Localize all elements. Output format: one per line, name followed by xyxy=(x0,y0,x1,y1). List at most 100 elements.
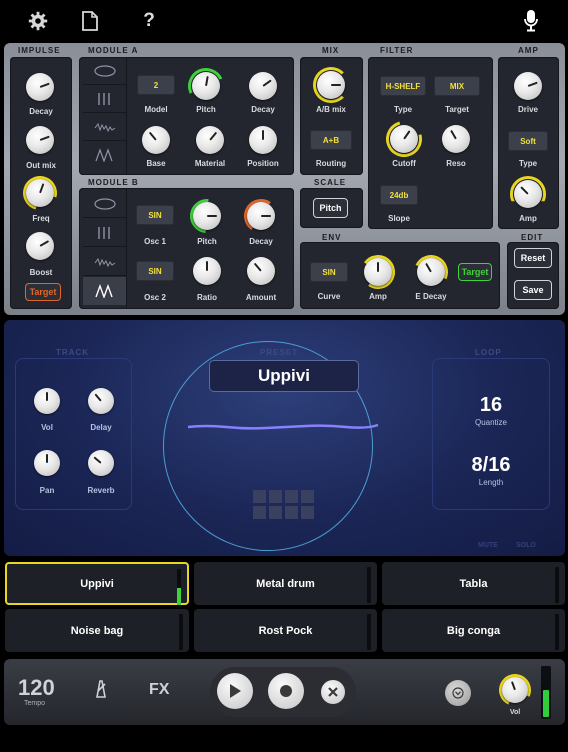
reso-label: Reso xyxy=(446,159,466,168)
wave-select-bars-a[interactable] xyxy=(83,85,127,113)
clear-button[interactable] xyxy=(321,680,345,704)
wave-select-noise-b[interactable] xyxy=(83,248,127,276)
position-label: Position xyxy=(247,159,279,168)
amp-label: Amp xyxy=(519,214,537,223)
freq-knob[interactable] xyxy=(26,179,54,207)
save-button[interactable]: Save xyxy=(514,280,552,300)
tempo-value[interactable]: 120 xyxy=(18,675,55,701)
e-decay-label: E Decay xyxy=(415,292,447,301)
wave-select-pulse-a[interactable] xyxy=(83,141,127,169)
slope-label: Slope xyxy=(388,214,410,223)
env-target-button[interactable]: Target xyxy=(458,263,492,281)
impulse-target-button[interactable]: Target xyxy=(25,283,61,301)
decay-label-b: Decay xyxy=(249,237,273,246)
reso-knob[interactable] xyxy=(442,125,470,153)
decay-knob-a[interactable] xyxy=(249,72,277,100)
transport-bar: 120 Tempo FX Vol xyxy=(4,659,565,725)
microphone-icon[interactable] xyxy=(519,9,543,33)
ratio-knob[interactable] xyxy=(193,257,221,285)
pad-4[interactable]: Noise bag xyxy=(5,609,189,652)
track-pan-knob[interactable] xyxy=(34,450,60,476)
decay-knob-b[interactable] xyxy=(247,202,275,230)
position-knob[interactable] xyxy=(249,126,277,154)
wave-select-sine-b[interactable] xyxy=(83,190,127,218)
metronome-icon[interactable] xyxy=(94,680,108,703)
pad-label: Uppivi xyxy=(80,577,114,590)
wave-select-bars-b[interactable] xyxy=(83,219,127,247)
track-reverb-label: Reverb xyxy=(87,486,115,495)
env-amp-label: Amp xyxy=(369,292,387,301)
solo-button[interactable]: SOLO xyxy=(516,542,536,549)
track-reverb-knob[interactable] xyxy=(88,450,114,476)
waveform-display xyxy=(187,423,379,430)
quantize-label: Quantize xyxy=(474,418,508,427)
amount-knob[interactable] xyxy=(247,257,275,285)
length-label: Length xyxy=(478,478,504,487)
master-level-meter xyxy=(541,666,551,719)
osc2-label: Osc 2 xyxy=(144,293,166,302)
filter-target-selector[interactable]: MIX xyxy=(434,76,480,96)
help-button[interactable]: ? xyxy=(137,9,161,33)
quantize-value[interactable]: 16 xyxy=(432,394,550,417)
section-label-impulse: IMPULSE xyxy=(18,46,61,55)
curve-selector[interactable]: SIN xyxy=(310,262,348,282)
e-decay-knob[interactable] xyxy=(417,258,445,286)
pad-6[interactable]: Big conga xyxy=(382,609,565,652)
amp-knob[interactable] xyxy=(514,180,542,208)
gear-icon[interactable] xyxy=(26,9,50,33)
pad-1[interactable]: Uppivi xyxy=(5,562,189,605)
pad-level-meter xyxy=(555,614,559,650)
preset-name-display[interactable]: Uppivi xyxy=(209,360,359,392)
amp-type-selector[interactable]: Soft xyxy=(508,131,548,151)
pad-3[interactable]: Tabla xyxy=(382,562,565,605)
tempo-label: Tempo xyxy=(24,700,46,707)
master-vol-knob[interactable] xyxy=(502,677,528,703)
cutoff-knob[interactable] xyxy=(390,125,418,153)
step-grid[interactable] xyxy=(253,490,317,522)
env-amp-knob[interactable] xyxy=(364,258,392,286)
amp-type-label: Type xyxy=(518,159,538,168)
section-label-filter: FILTER xyxy=(380,46,414,55)
record-button[interactable] xyxy=(268,673,304,709)
routing-selector[interactable]: A+B xyxy=(310,130,352,150)
out-mix-knob[interactable] xyxy=(26,126,54,154)
mute-button[interactable]: MUTE xyxy=(478,542,498,549)
pitch-knob-a[interactable] xyxy=(192,72,220,100)
wave-select-pulse-b[interactable] xyxy=(83,277,127,305)
wave-select-sine-a[interactable] xyxy=(83,57,127,85)
master-vol-label: Vol xyxy=(509,709,521,716)
routing-label: Routing xyxy=(315,159,347,168)
material-knob[interactable] xyxy=(196,126,224,154)
pad-level-meter xyxy=(179,614,183,650)
model-selector[interactable]: 2 xyxy=(137,75,175,95)
ab-mix-knob[interactable] xyxy=(317,71,345,99)
track-vol-label: Vol xyxy=(41,423,53,432)
reset-button[interactable]: Reset xyxy=(514,248,552,268)
fx-button[interactable]: FX xyxy=(149,681,169,699)
drive-knob[interactable] xyxy=(514,72,542,100)
slope-selector[interactable]: 24db xyxy=(380,185,418,205)
section-label-edit: EDIT xyxy=(521,233,544,242)
divider xyxy=(126,188,127,309)
pad-2[interactable]: Metal drum xyxy=(194,562,377,605)
track-vol-knob[interactable] xyxy=(34,388,60,414)
scale-pitch-button[interactable]: Pitch xyxy=(313,198,348,218)
section-label-amp: AMP xyxy=(518,46,539,55)
boost-knob[interactable] xyxy=(26,232,54,260)
decay-knob[interactable] xyxy=(26,73,54,101)
osc1-selector[interactable]: SIN xyxy=(136,205,174,225)
wave-select-noise-a[interactable] xyxy=(83,113,127,141)
length-value[interactable]: 8/16 xyxy=(432,454,550,477)
pitch-knob-b[interactable] xyxy=(193,202,221,230)
osc1-label: Osc 1 xyxy=(144,237,166,246)
dropdown-circle-icon[interactable] xyxy=(445,680,471,706)
play-button[interactable] xyxy=(217,673,253,709)
pad-label: Metal drum xyxy=(256,577,315,590)
filter-type-selector[interactable]: H-SHELF xyxy=(380,76,426,96)
pitch-label-b: Pitch xyxy=(197,237,217,246)
osc2-selector[interactable]: SIN xyxy=(136,261,174,281)
track-delay-knob[interactable] xyxy=(88,388,114,414)
base-knob[interactable] xyxy=(142,126,170,154)
pad-5[interactable]: Rost Pock xyxy=(194,609,377,652)
document-icon[interactable] xyxy=(78,9,102,33)
